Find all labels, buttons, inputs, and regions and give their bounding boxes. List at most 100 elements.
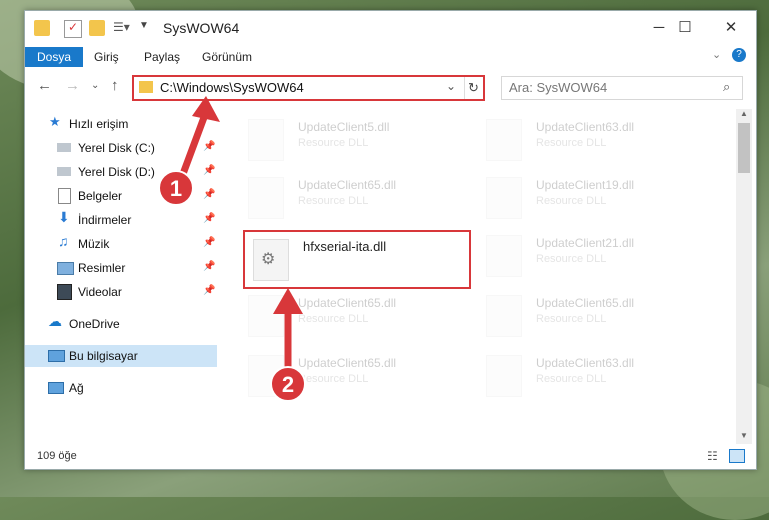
file-name: UpdateClient65.dll	[298, 296, 397, 310]
dll-gear-icon	[486, 119, 522, 161]
sidebar-item-drive-c[interactable]: Yerel Disk (C:) 📌	[25, 137, 217, 159]
file-name: UpdateClient65.dll	[536, 296, 635, 310]
window-title: SysWOW64	[163, 20, 240, 36]
item-count: 109 öğe	[37, 450, 77, 462]
recent-locations-icon[interactable]: ⌄	[91, 80, 99, 91]
tab-gorunum[interactable]: Görünüm	[190, 47, 264, 67]
sidebar-item-music[interactable]: ♫ Müzik 📌	[25, 233, 217, 255]
title-bar: ✓ ☰▾ ▼ SysWOW64 ─ ☐ ✕	[25, 11, 756, 45]
address-bar[interactable]: C:\Windows\SysWOW64 ⌄ ↻	[132, 75, 485, 101]
explorer-window: ✓ ☰▾ ▼ SysWOW64 ─ ☐ ✕ Dosya Giriş Paylaş…	[24, 10, 757, 470]
file-name: UpdateClient21.dll	[536, 236, 635, 250]
pin-icon[interactable]: 📌	[203, 261, 215, 272]
file-name: UpdateClient65.dll	[298, 178, 397, 192]
sidebar-item-drive-d[interactable]: Yerel Disk (D:) 📌	[25, 161, 217, 183]
file-item[interactable]: UpdateClient63.dll Resource DLL	[478, 113, 703, 165]
dll-gear-icon: ⚙	[253, 239, 289, 281]
dll-gear-icon	[248, 177, 284, 219]
navigation-bar: ← → ⌄ ↑ C:\Windows\SysWOW64 ⌄ ↻ Ara: Sys…	[25, 71, 756, 101]
customize-toolbar-icon[interactable]: ▼	[139, 20, 155, 36]
pin-icon[interactable]: 📌	[203, 285, 215, 296]
file-type: Resource DLL	[298, 137, 369, 149]
sidebar-item-label: Yerel Disk (C:)	[78, 141, 155, 155]
picture-icon	[57, 262, 74, 275]
large-icons-view-icon[interactable]	[729, 449, 745, 463]
folder-icon	[34, 20, 50, 36]
sidebar-item-videos[interactable]: Videolar 📌	[25, 281, 217, 303]
file-name: UpdateClient65.dll	[298, 356, 397, 370]
file-item[interactable]: UpdateClient21.dll Resource DLL	[478, 229, 703, 281]
drive-icon	[57, 167, 71, 176]
up-arrow-icon[interactable]: ↑	[111, 77, 119, 94]
search-box[interactable]: Ara: SysWOW64 ⌕	[501, 76, 743, 100]
pin-icon[interactable]: 📌	[203, 189, 215, 200]
sidebar-item-label: Resimler	[78, 261, 126, 275]
scroll-thumb[interactable]	[738, 123, 750, 173]
new-folder-icon[interactable]	[89, 20, 105, 36]
dll-gear-icon	[486, 177, 522, 219]
forward-arrow-icon[interactable]: →	[65, 77, 80, 94]
address-dropdown-icon[interactable]: ⌄	[446, 79, 456, 93]
pin-icon[interactable]: 📌	[203, 237, 215, 248]
back-arrow-icon[interactable]: ←	[37, 77, 52, 94]
file-item[interactable]: UpdateClient65.dll Resource DLL	[240, 171, 465, 223]
file-item[interactable]: UpdateClient65.dll Resource DLL	[240, 349, 465, 401]
close-button[interactable]: ✕	[708, 11, 754, 45]
file-item[interactable]: UpdateClient65.dll Resource DLL	[240, 289, 465, 341]
file-type: Resource DLL	[298, 195, 369, 207]
tab-giris[interactable]: Giriş	[82, 47, 131, 67]
sidebar-item-label: Bu bilgisayar	[69, 349, 138, 363]
network-icon	[48, 382, 64, 394]
file-list: UpdateClient5.dll Resource DLL UpdateCli…	[230, 109, 735, 444]
refresh-icon[interactable]: ↻	[464, 77, 482, 99]
search-placeholder: Ara: SysWOW64	[509, 80, 608, 95]
file-name: UpdateClient63.dll	[536, 356, 635, 370]
view-options-icon[interactable]: ☰▾	[113, 20, 130, 36]
file-type: Resource DLL	[298, 373, 369, 385]
file-item[interactable]: UpdateClient63.dll Resource DLL	[478, 349, 703, 401]
download-arrow-icon: ⬇	[58, 209, 70, 225]
file-type: Resource DLL	[536, 137, 607, 149]
file-item-hfxserial[interactable]: ⚙ hfxserial-ita.dll	[243, 230, 471, 289]
file-item[interactable]: UpdateClient65.dll Resource DLL	[478, 289, 703, 341]
film-icon	[57, 284, 72, 300]
sidebar-item-this-pc[interactable]: Bu bilgisayar	[25, 345, 217, 367]
pin-icon[interactable]: 📌	[203, 213, 215, 224]
drive-icon	[57, 143, 71, 152]
search-icon[interactable]: ⌕	[723, 79, 730, 95]
file-name: UpdateClient19.dll	[536, 178, 635, 192]
sidebar-item-label: Videolar	[78, 285, 122, 299]
properties-icon[interactable]: ✓	[64, 20, 82, 38]
sidebar-item-label: Hızlı erişim	[69, 117, 129, 131]
cloud-icon: ☁	[48, 313, 62, 329]
expand-ribbon-icon[interactable]: ⌄	[712, 48, 721, 61]
sidebar-item-network[interactable]: Ağ	[25, 377, 217, 399]
dll-gear-icon	[486, 355, 522, 397]
sidebar-item-label: Belgeler	[78, 189, 123, 203]
vertical-scrollbar[interactable]: ▲ ▼	[736, 109, 752, 444]
file-type: Resource DLL	[536, 373, 607, 385]
tab-dosya[interactable]: Dosya	[25, 47, 84, 67]
file-item[interactable]: UpdateClient19.dll Resource DLL	[478, 171, 703, 223]
help-icon[interactable]: ?	[732, 48, 746, 62]
ribbon-tabs: Dosya Giriş Paylaş Görünüm ⌄ ?	[25, 45, 756, 67]
sidebar-item-onedrive[interactable]: ☁ OneDrive	[25, 313, 217, 335]
sidebar-item-pictures[interactable]: Resimler 📌	[25, 257, 217, 279]
file-type: Resource DLL	[536, 313, 607, 325]
sidebar-item-quick-access[interactable]: ★ Hızlı erişim	[25, 113, 217, 135]
sidebar-item-documents[interactable]: Belgeler 📌	[25, 185, 217, 207]
dll-gear-icon	[248, 355, 284, 397]
scroll-up-icon[interactable]: ▲	[740, 109, 748, 118]
pin-icon[interactable]: 📌	[203, 165, 215, 176]
pin-icon[interactable]: 📌	[203, 141, 215, 152]
sidebar-item-downloads[interactable]: ⬇ İndirmeler 📌	[25, 209, 217, 231]
tab-paylas[interactable]: Paylaş	[132, 47, 192, 67]
maximize-button[interactable]: ☐	[662, 11, 708, 45]
document-icon	[58, 188, 71, 204]
music-note-icon: ♫	[58, 233, 69, 249]
file-item[interactable]: UpdateClient5.dll Resource DLL	[240, 113, 465, 165]
scroll-down-icon[interactable]: ▼	[740, 431, 748, 440]
address-path: C:\Windows\SysWOW64	[160, 80, 304, 95]
dll-gear-icon	[248, 295, 284, 337]
details-view-icon[interactable]: ☷	[707, 449, 718, 463]
